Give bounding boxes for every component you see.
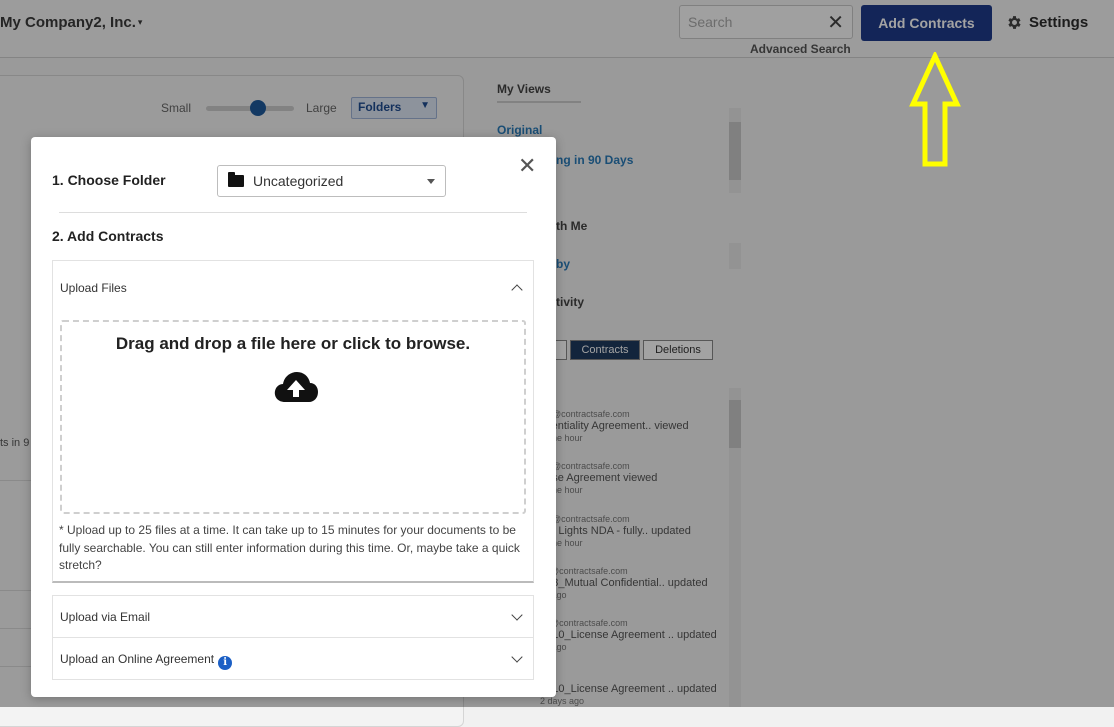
chevron-down-icon bbox=[427, 179, 435, 184]
chevron-up-icon[interactable] bbox=[511, 284, 523, 296]
add-contracts-modal: ✕ 1. Choose Folder Uncategorized 2. Add … bbox=[31, 137, 556, 697]
upload-online-section[interactable]: Upload an Online Agreement i bbox=[52, 637, 534, 680]
chevron-down-icon bbox=[511, 651, 523, 663]
info-icon[interactable]: i bbox=[218, 656, 233, 670]
upload-email-section[interactable]: Upload via Email bbox=[52, 595, 534, 638]
divider bbox=[59, 212, 527, 213]
upload-email-header: Upload via Email bbox=[60, 610, 151, 624]
folder-select-value: Uncategorized bbox=[253, 173, 344, 189]
cloud-upload-icon bbox=[274, 372, 318, 402]
folder-select[interactable]: Uncategorized bbox=[217, 165, 446, 197]
close-icon[interactable]: ✕ bbox=[518, 153, 536, 179]
add-contracts-label: 2. Add Contracts bbox=[52, 228, 164, 244]
upload-online-header: Upload an Online Agreement i bbox=[60, 652, 233, 670]
folder-icon bbox=[228, 172, 244, 187]
choose-folder-label: 1. Choose Folder bbox=[52, 172, 166, 188]
annotation-arrow-icon bbox=[909, 52, 961, 167]
file-dropzone[interactable]: Drag and drop a file here or click to br… bbox=[60, 320, 526, 514]
chevron-down-icon bbox=[511, 609, 523, 621]
upload-online-label: Upload an Online Agreement bbox=[60, 652, 215, 666]
upload-note: * Upload up to 25 files at a time. It ca… bbox=[59, 523, 520, 572]
dropzone-text: Drag and drop a file here or click to br… bbox=[115, 334, 471, 353]
upload-files-header[interactable]: Upload Files bbox=[60, 281, 127, 295]
